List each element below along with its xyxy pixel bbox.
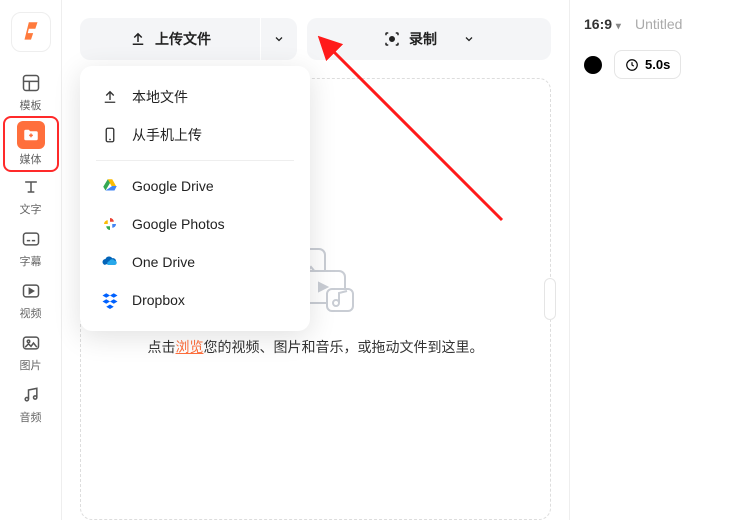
music-icon [19,383,43,407]
text-icon [19,175,43,199]
media-panel: 上传文件 录制 本地文件 从手机上传 [62,0,570,520]
sidebar-item-templates[interactable]: 模板 [7,68,55,116]
sidebar-item-audio[interactable]: 音频 [7,380,55,428]
folder-plus-icon [17,121,45,149]
browse-link[interactable]: 浏览 [176,339,204,355]
duration-value: 5.0s [645,57,670,72]
sidebar-item-subtitle[interactable]: 字幕 [7,224,55,272]
chevron-down-icon [273,33,285,45]
logo-icon [18,19,44,45]
sidebar-item-label: 音频 [20,409,42,425]
chevron-down-icon: ▾ [616,21,621,32]
app-logo [11,12,51,52]
sidebar-item-label: 媒体 [20,151,42,167]
menu-item-dropbox[interactable]: Dropbox [86,281,304,319]
duration-box[interactable]: 5.0s [614,50,681,79]
record-icon [383,30,401,48]
menu-item-label: 本地文件 [132,87,188,107]
menu-item-label: Google Photos [132,216,225,232]
dropzone-text: 点击浏览您的视频、图片和音乐，或拖动文件到这里。 [148,337,484,357]
menu-item-label: One Drive [132,254,195,270]
sidebar-item-label: 字幕 [20,253,42,269]
upload-button[interactable]: 上传文件 [80,18,260,60]
right-header: 16:9 ▾ Untitled [584,16,736,32]
panel-resize-handle[interactable] [544,278,556,320]
dropbox-icon [100,290,120,310]
dropzone-prefix: 点击 [148,339,176,355]
sidebar-item-label: 模板 [20,97,42,113]
sidebar-item-image[interactable]: 图片 [7,328,55,376]
upload-icon [129,30,147,48]
onedrive-icon [100,252,120,272]
sidebar-item-label: 文字 [20,201,42,217]
panel-toolbar: 上传文件 录制 [80,18,551,60]
timeline-clip[interactable]: 5.0s [584,50,736,79]
menu-item-label: Dropbox [132,292,185,308]
aspect-ratio-selector[interactable]: 16:9 ▾ [584,16,621,32]
clip-thumbnail [584,56,602,74]
upload-split-button: 上传文件 [80,18,297,60]
layout-icon [19,71,43,95]
sidebar-item-text[interactable]: 文字 [7,172,55,220]
record-button[interactable]: 录制 [307,18,551,60]
record-label: 录制 [409,29,437,49]
sidebar-item-label: 视频 [20,305,42,321]
upload-menu-toggle[interactable] [261,18,297,60]
menu-item-label: Google Drive [132,178,214,194]
menu-separator [96,160,294,161]
chevron-down-icon [463,33,475,45]
sidebar-item-video[interactable]: 视频 [7,276,55,324]
project-title[interactable]: Untitled [635,16,682,32]
menu-item-local[interactable]: 本地文件 [86,78,304,116]
sidebar-item-label: 图片 [20,357,42,373]
google-photos-icon [100,214,120,234]
subtitle-icon [19,227,43,251]
sidebar-item-media[interactable]: 媒体 [7,120,55,168]
google-drive-icon [100,176,120,196]
menu-item-gdrive[interactable]: Google Drive [86,167,304,205]
upload-icon [100,87,120,107]
menu-item-gphotos[interactable]: Google Photos [86,205,304,243]
sidebar: 模板 媒体 文字 字幕 视频 图片 音频 [0,0,62,520]
menu-item-label: 从手机上传 [132,125,202,145]
right-panel: 16:9 ▾ Untitled 5.0s [570,0,750,520]
clock-icon [625,58,639,72]
upload-label: 上传文件 [155,29,211,49]
image-icon [19,331,43,355]
upload-dropdown-menu: 本地文件 从手机上传 Google Drive Google Photos On… [80,66,310,331]
dropzone-suffix: 您的视频、图片和音乐，或拖动文件到这里。 [204,339,484,355]
play-icon [19,279,43,303]
menu-item-onedrive[interactable]: One Drive [86,243,304,281]
menu-item-phone[interactable]: 从手机上传 [86,116,304,154]
main-area: 上传文件 录制 本地文件 从手机上传 [62,0,750,520]
phone-icon [100,125,120,145]
